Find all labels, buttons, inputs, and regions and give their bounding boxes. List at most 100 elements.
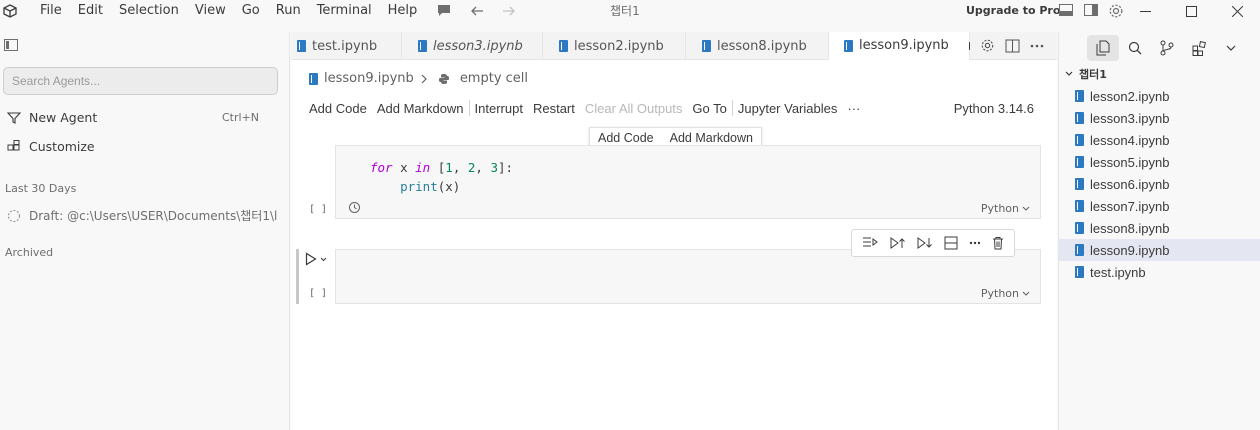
section-last-30-days: Last 30 Days bbox=[5, 182, 77, 195]
notebook-icon bbox=[1075, 156, 1084, 168]
tab-test[interactable]: test.ipynb bbox=[291, 32, 402, 60]
forward-arrow-icon[interactable] bbox=[502, 5, 516, 17]
file-item[interactable]: lesson2.ipynb bbox=[1059, 85, 1260, 107]
breadcrumb-cell[interactable]: empty cell bbox=[460, 71, 528, 86]
notebook-settings-gear-icon[interactable] bbox=[980, 38, 995, 53]
upgrade-button[interactable]: Upgrade to Pro bbox=[966, 0, 1060, 22]
customize-label: Customize bbox=[29, 139, 95, 154]
window-title: 챕터1 bbox=[610, 4, 640, 18]
chevron-down-icon bbox=[320, 257, 327, 261]
tab-lesson8[interactable]: lesson8.ipynb bbox=[686, 32, 829, 60]
tab-actions bbox=[970, 32, 1044, 59]
menu-file[interactable]: File bbox=[32, 0, 70, 22]
file-item[interactable]: lesson7.ipynb bbox=[1059, 195, 1260, 217]
file-item-selected[interactable]: lesson9.ipynb bbox=[1059, 239, 1260, 261]
cell-language-picker[interactable]: Python bbox=[981, 287, 1030, 300]
restart-button[interactable]: Restart bbox=[528, 101, 580, 116]
python-icon bbox=[438, 73, 450, 85]
breadcrumb-file[interactable]: lesson9.ipynb bbox=[324, 71, 414, 86]
file-item[interactable]: lesson4.ipynb bbox=[1059, 129, 1260, 151]
cell-language-picker[interactable]: Python bbox=[981, 202, 1030, 215]
notebook-editor: test.ipynb lesson3.ipynb lesson2.ipynb l… bbox=[291, 32, 1057, 430]
draft-label: Draft: @c:\Users\USER\Documents\챕터1\less… bbox=[29, 209, 277, 223]
notebook-icon bbox=[844, 39, 853, 52]
chevron-down-icon bbox=[1022, 206, 1030, 211]
search-agents-input[interactable]: Search Agents... bbox=[3, 67, 278, 95]
add-markdown-button[interactable]: Add Markdown bbox=[372, 101, 469, 116]
notebook-icon bbox=[559, 40, 568, 52]
code-cell[interactable]: for x in [1, 2, 3]: print(x) Python bbox=[335, 145, 1041, 219]
menu-terminal[interactable]: Terminal bbox=[309, 0, 380, 22]
menu-bar: File Edit Selection View Go Run Terminal… bbox=[32, 0, 425, 22]
interrupt-button[interactable]: Interrupt bbox=[470, 101, 528, 116]
execution-count: [ ] bbox=[309, 288, 328, 299]
tab-lesson9[interactable]: lesson9.ipynb bbox=[829, 32, 970, 60]
notebook-icon bbox=[1075, 266, 1084, 278]
search-icon[interactable] bbox=[1119, 35, 1151, 61]
section-archived[interactable]: Archived bbox=[5, 246, 53, 259]
run-cell-button[interactable] bbox=[305, 252, 327, 266]
notebook-icon bbox=[297, 40, 306, 52]
split-cell-icon[interactable] bbox=[944, 236, 958, 250]
source-control-icon[interactable] bbox=[1151, 35, 1183, 61]
back-arrow-icon[interactable] bbox=[470, 5, 484, 17]
folder-chapter1[interactable]: 챕터1 bbox=[1065, 66, 1107, 82]
go-to-button[interactable]: Go To bbox=[687, 101, 731, 116]
sidebar-toggle-icon[interactable] bbox=[4, 39, 18, 51]
kernel-picker[interactable]: Python 3.14.6 bbox=[949, 101, 1039, 116]
run-below-icon[interactable] bbox=[916, 236, 933, 250]
notebook-icon bbox=[1075, 90, 1084, 102]
file-item[interactable]: lesson8.ipynb bbox=[1059, 217, 1260, 239]
notebook-icon bbox=[702, 40, 711, 52]
notebook-icon bbox=[1075, 112, 1084, 124]
draft-item[interactable]: Draft: @c:\Users\USER\Documents\챕터1\less… bbox=[7, 207, 277, 224]
cell-focus-indicator bbox=[296, 249, 299, 304]
notebook-icon bbox=[1075, 134, 1084, 146]
new-agent-button[interactable]: New Agent Ctrl+N bbox=[7, 110, 277, 125]
toolbar-more-button[interactable]: ··· bbox=[842, 101, 865, 116]
chevron-down-icon bbox=[1065, 71, 1073, 76]
delete-trash-icon[interactable] bbox=[992, 236, 1004, 250]
add-code-button[interactable]: Add Code bbox=[304, 101, 372, 116]
file-item[interactable]: lesson6.ipynb bbox=[1059, 173, 1260, 195]
file-item[interactable]: lesson3.ipynb bbox=[1059, 107, 1260, 129]
jupyter-variables-button[interactable]: Jupyter Variables bbox=[733, 101, 842, 116]
maximize-icon[interactable] bbox=[1168, 0, 1214, 22]
run-above-icon[interactable] bbox=[889, 236, 905, 250]
tab-lesson2[interactable]: lesson2.ipynb bbox=[543, 32, 686, 60]
run-by-line-icon[interactable] bbox=[862, 236, 878, 250]
explorer-files-icon[interactable] bbox=[1087, 35, 1119, 61]
menu-help[interactable]: Help bbox=[380, 0, 426, 22]
minimize-icon[interactable] bbox=[1122, 0, 1168, 22]
code-editor[interactable]: for x in [1, 2, 3]: print(x) bbox=[370, 158, 513, 196]
chevron-down-icon[interactable] bbox=[1215, 35, 1247, 61]
window-controls bbox=[1122, 0, 1260, 22]
file-item[interactable]: lesson5.ipynb bbox=[1059, 151, 1260, 173]
layout-controls bbox=[1058, 3, 1124, 19]
extensions-icon bbox=[7, 139, 21, 154]
app-logo-icon bbox=[3, 4, 17, 18]
extensions-icon[interactable] bbox=[1183, 35, 1215, 61]
menu-go[interactable]: Go bbox=[234, 0, 268, 22]
customize-button[interactable]: Customize bbox=[7, 139, 95, 154]
empty-code-cell[interactable]: Python bbox=[335, 249, 1041, 304]
editor-tabs: test.ipynb lesson3.ipynb lesson2.ipynb l… bbox=[291, 32, 1057, 60]
more-icon[interactable] bbox=[969, 241, 981, 245]
menu-view[interactable]: View bbox=[187, 0, 234, 22]
menu-run[interactable]: Run bbox=[268, 0, 309, 22]
toggle-sidebar-icon[interactable] bbox=[1083, 3, 1099, 19]
menu-edit[interactable]: Edit bbox=[70, 0, 111, 22]
more-actions-icon[interactable] bbox=[1030, 44, 1044, 48]
tab-lesson3[interactable]: lesson3.ipynb bbox=[402, 32, 543, 60]
explorer-panel: 챕터1 lesson2.ipynb lesson3.ipynb lesson4.… bbox=[1058, 32, 1260, 430]
toggle-panel-icon[interactable] bbox=[1058, 3, 1074, 19]
close-icon[interactable] bbox=[1214, 0, 1260, 22]
play-icon bbox=[305, 252, 317, 266]
split-editor-icon[interactable] bbox=[1005, 39, 1020, 53]
history-icon[interactable] bbox=[348, 201, 361, 214]
file-item[interactable]: test.ipynb bbox=[1059, 261, 1260, 283]
new-agent-shortcut: Ctrl+N bbox=[221, 111, 259, 124]
chat-icon[interactable] bbox=[436, 4, 452, 18]
clear-all-outputs-button[interactable]: Clear All Outputs bbox=[580, 101, 688, 116]
menu-selection[interactable]: Selection bbox=[111, 0, 187, 22]
